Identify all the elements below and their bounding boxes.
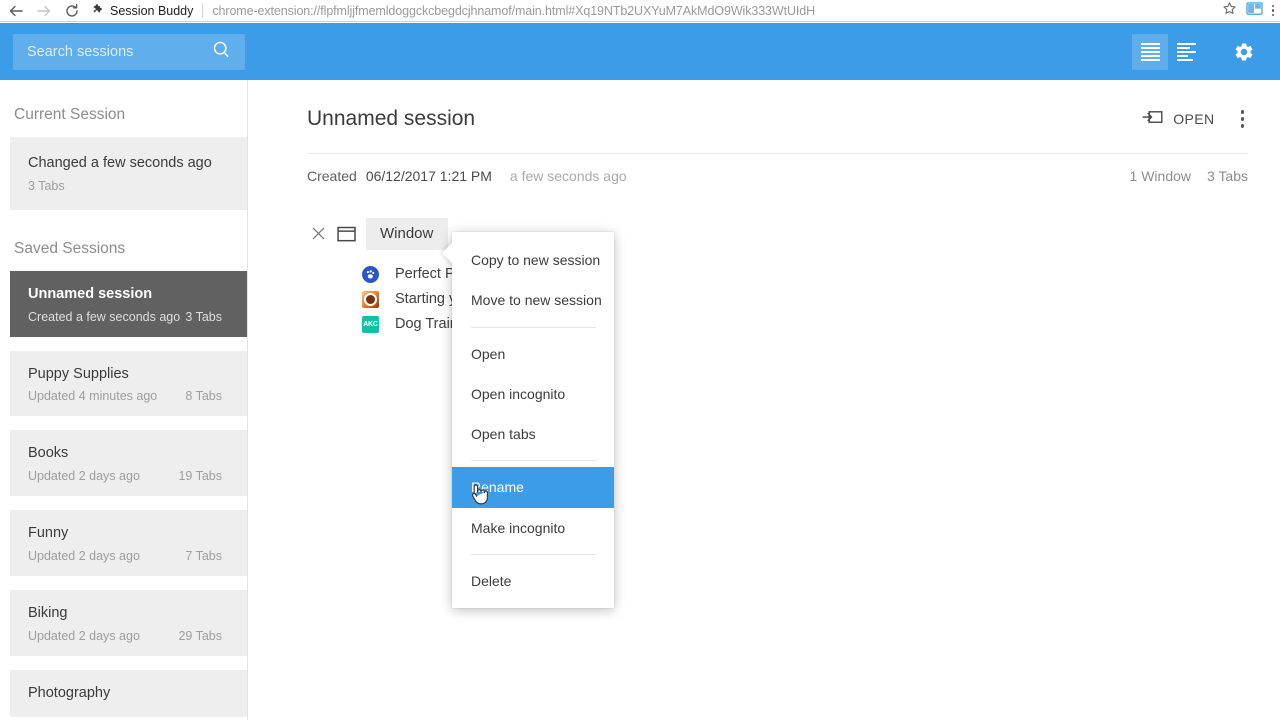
sidebar: Current Session Changed a few seconds ag… [0, 80, 248, 720]
chrome-menu-icon[interactable] [1271, 4, 1274, 17]
menu-item-move-to-new-session[interactable]: Move to new session [452, 280, 614, 320]
session-actions: OPEN [1142, 106, 1248, 132]
open-window-icon [1142, 108, 1163, 130]
sidebar-item-puppy-supplies[interactable]: Puppy Supplies Updated 4 minutes ago 8 T… [10, 350, 247, 417]
reload-icon[interactable] [64, 3, 80, 19]
search-box[interactable] [13, 33, 245, 70]
saved-sessions-heading: Saved Sessions [14, 239, 126, 257]
more-vertical-icon[interactable] [1237, 106, 1249, 132]
window-count: 1 Window [1129, 167, 1191, 184]
context-menu-pointer [442, 242, 453, 264]
current-session-heading: Current Session [14, 106, 126, 123]
created-date: 06/12/2017 1:21 PM [365, 167, 492, 184]
main-content: Unnamed session OPEN Created 06/12/2017 … [248, 80, 1280, 720]
sidebar-item-photography[interactable]: Photography [10, 669, 247, 718]
menu-separator [471, 554, 596, 556]
paw-favicon [362, 265, 379, 283]
akc-favicon: AKC [362, 315, 379, 333]
tab-list: Perfect P…to Train a Puppy Starting y…r'… [307, 262, 1248, 337]
list-view-icon[interactable] [1132, 33, 1168, 70]
browser-toolbar: Session Buddy chrome-extension://flpfmlj… [0, 0, 1280, 22]
search-input[interactable] [27, 43, 207, 60]
header-actions [1132, 33, 1280, 70]
open-label: OPEN [1173, 110, 1215, 127]
session-updated: Updated 4 minutes ago [28, 389, 158, 404]
app-header [0, 23, 1280, 80]
session-updated: Created a few seconds ago [28, 309, 181, 324]
menu-item-delete[interactable]: Delete [452, 561, 614, 601]
session-tabcount: 3 Tabs [185, 309, 222, 324]
session-tabcount: 7 Tabs [185, 548, 222, 563]
session-title: Biking [28, 604, 68, 621]
session-tabcount: 19 Tabs [178, 469, 222, 483]
menu-item-make-incognito[interactable]: Make incognito [452, 508, 614, 548]
menu-item-copy-to-new-session[interactable]: Copy to new session [452, 240, 614, 280]
session-title: Photography [28, 684, 111, 701]
current-session-card[interactable]: Changed a few seconds ago 3 Tabs [10, 137, 247, 210]
page-title: Unnamed session [307, 106, 476, 130]
compact-view-icon[interactable] [1168, 34, 1204, 70]
omnibox[interactable]: Session Buddy chrome-extension://flpfmlj… [92, 1, 1216, 21]
created-label: Created [307, 167, 357, 184]
current-session-tabs: 3 Tabs [28, 178, 65, 193]
menu-item-open-incognito[interactable]: Open incognito [452, 374, 614, 414]
menu-separator [471, 326, 596, 328]
open-session-button[interactable]: OPEN [1142, 108, 1214, 130]
back-arrow-icon[interactable] [8, 3, 24, 19]
search-icon[interactable] [212, 40, 231, 64]
session-meta: Created 06/12/2017 1:21 PM a few seconds… [248, 154, 1280, 184]
browser-toolbar-right [1222, 1, 1280, 21]
session-buddy-extension-icon[interactable] [1245, 1, 1263, 21]
created-relative: a few seconds ago [509, 167, 627, 184]
session-title: Books [28, 445, 69, 462]
session-title: Funny [28, 525, 69, 541]
extension-badge: Session Buddy [92, 3, 202, 19]
menu-item-rename[interactable]: Rename [452, 467, 614, 508]
tab-count: 3 Tabs [1207, 167, 1248, 184]
close-icon[interactable] [307, 223, 329, 245]
context-menu: Copy to new session Move to new session … [442, 232, 614, 609]
window-block: Window Perfect P…to Train a Puppy Starti… [248, 184, 1280, 337]
session-tabcount: 29 Tabs [178, 628, 222, 643]
sidebar-item-unnamed-session[interactable]: Unnamed session Created a few seconds ag… [10, 270, 247, 337]
session-updated: Updated 2 days ago [28, 469, 140, 483]
session-updated: Updated 2 days ago [28, 628, 140, 643]
sidebar-item-biking[interactable]: Biking Updated 2 days ago 29 Tabs [10, 589, 247, 656]
current-session-title: Changed a few seconds ago [28, 155, 212, 171]
url-text: chrome-extension://flpfmljjfmemldoggckcb… [212, 3, 816, 18]
menu-item-open-tabs[interactable]: Open tabs [452, 414, 614, 454]
window-label[interactable]: Window [366, 217, 449, 250]
session-title: Unnamed session [28, 285, 153, 302]
sidebar-item-books[interactable]: Books Updated 2 days ago 19 Tabs [10, 430, 247, 496]
puzzle-piece-icon [92, 3, 105, 19]
session-title: Puppy Supplies [28, 365, 129, 382]
session-header: Unnamed session OPEN [248, 80, 1280, 132]
ring-favicon [362, 290, 379, 308]
session-tabcount: 8 Tabs [185, 389, 222, 404]
extension-title: Session Buddy [110, 3, 194, 18]
star-icon[interactable] [1222, 1, 1237, 21]
forward-arrow-icon [36, 3, 52, 19]
omnibox-divider [202, 3, 204, 18]
menu-item-open[interactable]: Open [452, 334, 614, 374]
window-icon [334, 226, 358, 242]
gear-icon[interactable] [1226, 34, 1262, 70]
session-updated: Updated 2 days ago [28, 548, 140, 563]
browser-nav-buttons [0, 3, 80, 19]
sidebar-item-funny[interactable]: Funny Updated 2 days ago 7 Tabs [10, 510, 247, 576]
menu-separator [471, 460, 596, 462]
